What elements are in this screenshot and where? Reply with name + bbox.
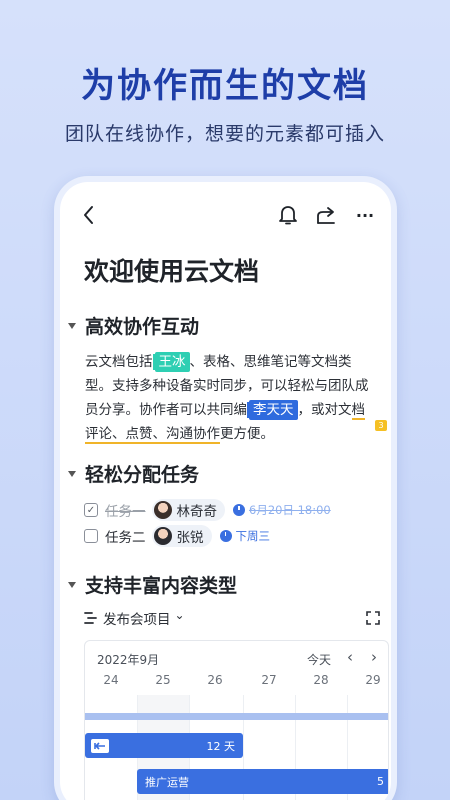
assignee-chip[interactable]: 林奇奇 (151, 499, 225, 521)
gantt-day: 27 (261, 673, 277, 687)
due-date-label: 6月20日 18:00 (249, 503, 331, 517)
collapse-caret-icon[interactable] (68, 322, 76, 329)
gantt-day: 24 (103, 673, 119, 687)
gantt-day: 26 (207, 673, 223, 687)
due-date[interactable]: 6月20日 18:00 (233, 502, 331, 518)
gantt-bar-duration: 12 天 (206, 739, 236, 753)
intro-paragraph[interactable]: 云文档包括 王冰 、表格、思维笔记等文档类型。支持多种设备实时同步，可以轻松与团队成… (85, 350, 377, 446)
collapse-caret-icon[interactable] (68, 581, 76, 588)
avatar (153, 527, 172, 545)
due-date-label: 下周三 (235, 529, 271, 543)
phone-frame: ··· 欢迎使用云文档 高效协作互动 云文档包括 王冰 、表格、思维笔记等文档类型。… (54, 176, 397, 800)
comment-badge[interactable]: 3 (375, 420, 387, 431)
chevron-left-icon (84, 206, 93, 224)
task-item: ✓ 任务一 林奇奇 6月20日 18:00 (84, 498, 331, 522)
section-heading-collaboration[interactable]: 高效协作互动 (68, 312, 199, 339)
share-icon (317, 207, 335, 224)
hero-title: 为协作而生的文档 (81, 66, 369, 106)
gantt-day: 29 (365, 673, 381, 687)
doc-toolbar: ··· (60, 200, 391, 232)
bell-icon (279, 206, 297, 225)
task-checkbox[interactable]: ✓ (84, 503, 98, 517)
doc-title: 欢迎使用云文档 (84, 257, 260, 286)
next-button[interactable]: › (371, 648, 377, 666)
task-item: 任务二 张锐 下周三 (84, 524, 270, 548)
collaborator-tag-wangbing: 王冰 (154, 352, 190, 372)
prev-button[interactable]: ‹ (347, 648, 353, 666)
project-selector[interactable]: 发布会项目 ⌄ (84, 608, 185, 628)
collaborator-cursor: 李天天 (247, 400, 298, 420)
gantt-month: 2022年9月 (97, 653, 160, 667)
section-heading-label: 高效协作互动 (85, 316, 200, 338)
paragraph-text: 更方便。 (220, 426, 274, 442)
gantt-bar-count: 5 (377, 775, 384, 788)
section-heading-content-types[interactable]: 支持丰富内容类型 (68, 571, 237, 598)
gantt-bar[interactable]: 12 天 (85, 733, 243, 758)
gantt-bar-label: 推广运营 (145, 775, 189, 789)
back-button[interactable] (74, 200, 104, 230)
collaborator-cursor: 王冰 (152, 352, 190, 372)
doc-screen: ··· 欢迎使用云文档 高效协作互动 云文档包括 王冰 、表格、思维笔记等文档类型。… (60, 182, 391, 800)
arrow-left-icon (91, 738, 109, 753)
paragraph-text: ，或对文 (297, 402, 352, 418)
gantt-chart: 2022年9月 今天 ‹ › 24 25 26 27 28 29 12 天 推广… (84, 640, 389, 800)
fullscreen-icon (366, 611, 380, 625)
gantt-bar[interactable]: 推广运营 5 (137, 769, 388, 794)
share-button[interactable] (311, 200, 341, 230)
notification-button[interactable] (273, 200, 303, 230)
avatar (153, 501, 172, 519)
today-button[interactable]: 今天 (307, 651, 331, 668)
assignee-chip[interactable]: 张锐 (151, 525, 212, 547)
assignee-name: 林奇奇 (176, 504, 218, 520)
collapse-caret-icon[interactable] (68, 470, 76, 477)
hero-subtitle: 团队在线协作，想要的元素都可插入 (64, 123, 385, 145)
section-heading-label: 支持丰富内容类型 (85, 575, 238, 597)
task-label[interactable]: 任务一 (105, 500, 146, 520)
collaborator-tag-litiantian: 李天天 (249, 400, 298, 420)
due-date[interactable]: 下周三 (219, 528, 271, 544)
project-label: 发布会项目 (103, 612, 171, 628)
gantt-view-icon (84, 612, 97, 624)
gantt-range-bar (85, 713, 388, 720)
fullscreen-button[interactable] (366, 610, 380, 629)
clock-icon (233, 504, 245, 516)
gantt-day: 28 (313, 673, 329, 687)
section-heading-label: 轻松分配任务 (85, 464, 200, 486)
more-icon: ··· (355, 205, 375, 225)
paragraph-text: 云文档包括 (85, 354, 153, 370)
task-label[interactable]: 任务二 (105, 526, 146, 546)
chevron-down-icon: ⌄ (174, 608, 185, 622)
more-button[interactable]: ··· (350, 200, 380, 230)
gantt-days: 24 25 26 27 28 29 (85, 673, 388, 695)
section-heading-tasks[interactable]: 轻松分配任务 (68, 460, 199, 487)
assignee-name: 张锐 (176, 530, 204, 546)
task-checkbox[interactable] (84, 529, 98, 543)
gantt-day: 25 (155, 673, 171, 687)
gantt-header: 2022年9月 今天 ‹ › (85, 641, 388, 671)
clock-icon (219, 530, 232, 542)
